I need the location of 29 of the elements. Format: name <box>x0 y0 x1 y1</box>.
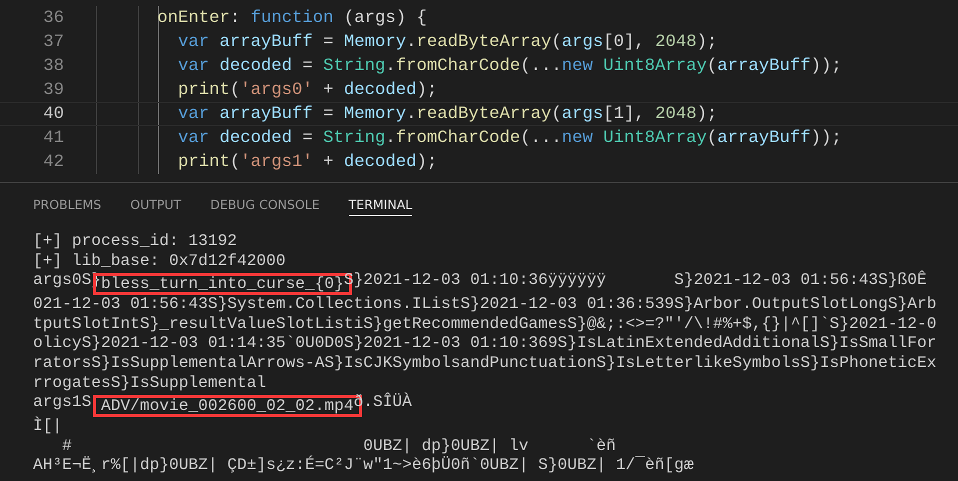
code-line: print('args0' + decoded); <box>176 80 438 100</box>
terminal-text: # 0UBZ| dp}0UBZ| lv `èñ <box>61 436 616 455</box>
terminal-text: [+] process_id: 13192 <box>33 232 237 250</box>
panel-tab[interactable]: OUTPUT <box>130 192 182 216</box>
line-number: 42 <box>42 152 64 172</box>
line-number: 36 <box>42 8 64 28</box>
line-number: 39 <box>42 80 64 100</box>
terminal-text: args1S <box>33 393 92 412</box>
panel-tab[interactable]: DEBUG CONSOLE <box>210 192 320 216</box>
terminal-text: tputSlotIntS}_resultValueSlotListiS}getRecommendedGamesS}@&;:<>=?"'/\!#%+$,{}|^[]`S}2021-12-0 <box>33 314 936 333</box>
line-number: 41 <box>42 128 64 148</box>
code-line: var arrayBuff = Memory.readByteArray(args[0], 2048); <box>176 32 718 52</box>
terminal-text: Ì[| <box>33 417 62 436</box>
code-line: print('args1' + decoded); <box>176 152 438 172</box>
terminal-text: rrogatesS}IsSupplemental <box>33 374 266 392</box>
terminal-text: AH³E¬Ë¸r%[|dp}0UBZ| ÇD±]s¿z:É=C²J¨w"1~>è6þÜ0ñ`0UBZ| S}0UBZ| 1/¯èñ[gæ <box>33 456 694 474</box>
code-line: onEnter: function (args) { <box>156 8 427 28</box>
line-number: 37 <box>42 32 64 52</box>
terminal-text: 021-12-03 01:56:43S}System.Collections.IListS}2021-12-03 01:36:539S}Arbor.OutputSlotLongS}Arb <box>33 295 936 314</box>
code-line: var decoded = String.fromCharCode(...new Uint8Array(arrayBuff)); <box>176 128 842 148</box>
terminal-text: [+] lib_base: 0x7d12f42000 <box>33 252 286 270</box>
line-number: 40 <box>42 104 64 124</box>
code-line: var arrayBuff = Memory.readByteArray(args[1], 2048); <box>176 104 718 124</box>
terminal-text: olicyS}2021-12-03 01:14:35`0U0D0S}2021-12-03 01:10:369S}IsLatinExtendedAdditionalS}IsSmallFor <box>33 334 936 352</box>
line-number: 38 <box>42 56 64 76</box>
code-line: var decoded = String.fromCharCode(...new Uint8Array(arrayBuff)); <box>176 56 842 76</box>
panel-tab[interactable]: PROBLEMS <box>33 192 102 216</box>
panel-tab[interactable]: TERMINAL <box>348 192 412 216</box>
terminal-text: ratorsS}IsSupplementalArrows-AS}IsCJKSymbolsandPunctuationS}IsLetterlikeSymbolsS}IsPhoneticEx <box>33 354 936 372</box>
